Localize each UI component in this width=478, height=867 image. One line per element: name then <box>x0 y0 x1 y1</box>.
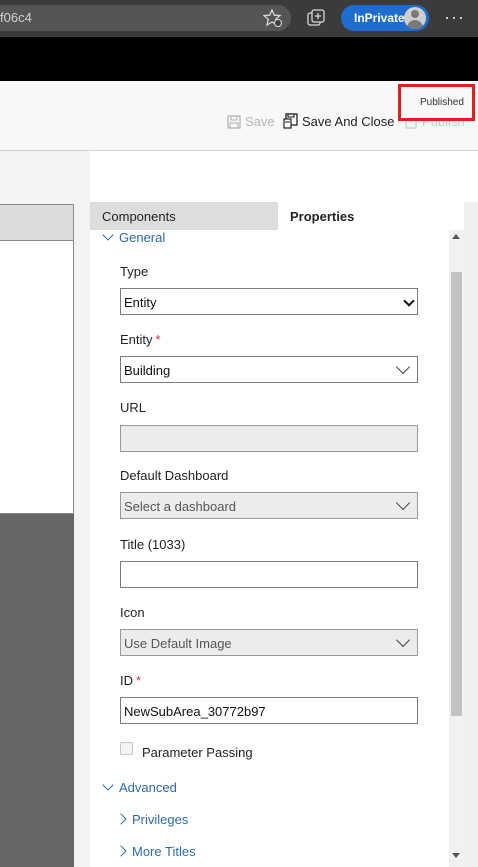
default-dashboard-value: Select a dashboard <box>124 499 237 514</box>
url-field <box>120 425 418 452</box>
entity-dropdown[interactable]: Building <box>120 356 418 383</box>
general-section-header[interactable]: General <box>102 229 166 245</box>
required-mark: * <box>155 332 161 347</box>
canvas-card-header <box>0 205 73 241</box>
chevron-down-icon <box>102 779 114 791</box>
scroll-up-arrow-icon[interactable] <box>452 234 460 239</box>
default-dashboard-label: Default Dashboard <box>120 468 229 483</box>
type-select[interactable]: Entity <box>120 288 418 315</box>
save-and-close-icon <box>283 113 298 129</box>
published-status: Published <box>420 97 464 108</box>
address-bar[interactable]: f06c4 <box>0 5 291 31</box>
inprivate-badge[interactable]: InPrivate <box>341 5 429 31</box>
scrollbar-thumb[interactable] <box>451 272 462 716</box>
default-dashboard-dropdown: Select a dashboard <box>120 492 418 519</box>
save-icon <box>227 115 241 129</box>
entity-label: Entity * <box>120 332 161 347</box>
tab-properties[interactable]: Properties <box>278 202 464 230</box>
advanced-section-header[interactable]: Advanced <box>102 779 177 795</box>
app-header-band <box>0 37 478 81</box>
canvas-card[interactable] <box>0 204 74 514</box>
privileges-label: Privileges <box>132 812 189 827</box>
chevron-down-icon <box>395 632 411 648</box>
chevron-down-icon <box>102 229 114 241</box>
save-button[interactable]: Save <box>227 114 275 129</box>
canvas-dark-area <box>0 514 74 867</box>
more-menu-icon[interactable]: ··· <box>444 7 465 28</box>
general-header-label: General <box>119 230 166 245</box>
icon-label: Icon <box>120 605 145 620</box>
id-value: NewSubArea_30772b97 <box>124 704 266 719</box>
required-mark: * <box>136 673 142 688</box>
tab-components[interactable]: Components <box>90 202 278 230</box>
save-label: Save <box>245 114 275 129</box>
chevron-right-icon <box>115 813 127 825</box>
advanced-header-label: Advanced <box>119 780 177 795</box>
chevron-right-icon <box>115 845 127 857</box>
save-and-close-button[interactable]: Save And Close <box>283 113 395 129</box>
url-label: URL <box>120 400 147 415</box>
tab-properties-label: Properties <box>290 209 355 224</box>
favorites-star-icon[interactable] <box>263 9 283 27</box>
type-label: Type <box>120 264 149 279</box>
collections-icon[interactable] <box>307 9 327 27</box>
type-value: Entity <box>124 295 157 310</box>
browser-toolbar: f06c4 InPrivate ··· <box>0 0 478 37</box>
inprivate-label: InPrivate <box>354 11 405 25</box>
title-label: Title (1033) <box>120 537 186 552</box>
save-and-close-label: Save And Close <box>302 114 395 129</box>
title-field[interactable] <box>120 561 418 588</box>
icon-dropdown: Use Default Image <box>120 629 418 656</box>
tab-components-label: Components <box>102 209 176 224</box>
parameter-passing-checkbox[interactable] <box>120 742 133 755</box>
parameter-passing-label: Parameter Passing <box>142 745 253 760</box>
chevron-down-icon <box>395 495 411 511</box>
right-gutter <box>464 202 478 867</box>
more-titles-label: More Titles <box>132 844 196 859</box>
chevron-down-icon <box>395 359 411 375</box>
id-field[interactable]: NewSubArea_30772b97 <box>120 697 418 724</box>
published-status-highlight: Published <box>398 84 475 121</box>
privileges-link[interactable]: Privileges <box>115 812 189 827</box>
icon-value: Use Default Image <box>124 636 232 651</box>
scroll-down-arrow-icon[interactable] <box>452 853 460 858</box>
more-titles-link[interactable]: More Titles <box>115 844 196 859</box>
id-label: ID * <box>120 673 142 688</box>
profile-avatar-icon <box>404 7 426 29</box>
entity-value: Building <box>124 363 171 378</box>
address-text: f06c4 <box>0 10 32 25</box>
chevron-down-icon <box>405 297 413 305</box>
